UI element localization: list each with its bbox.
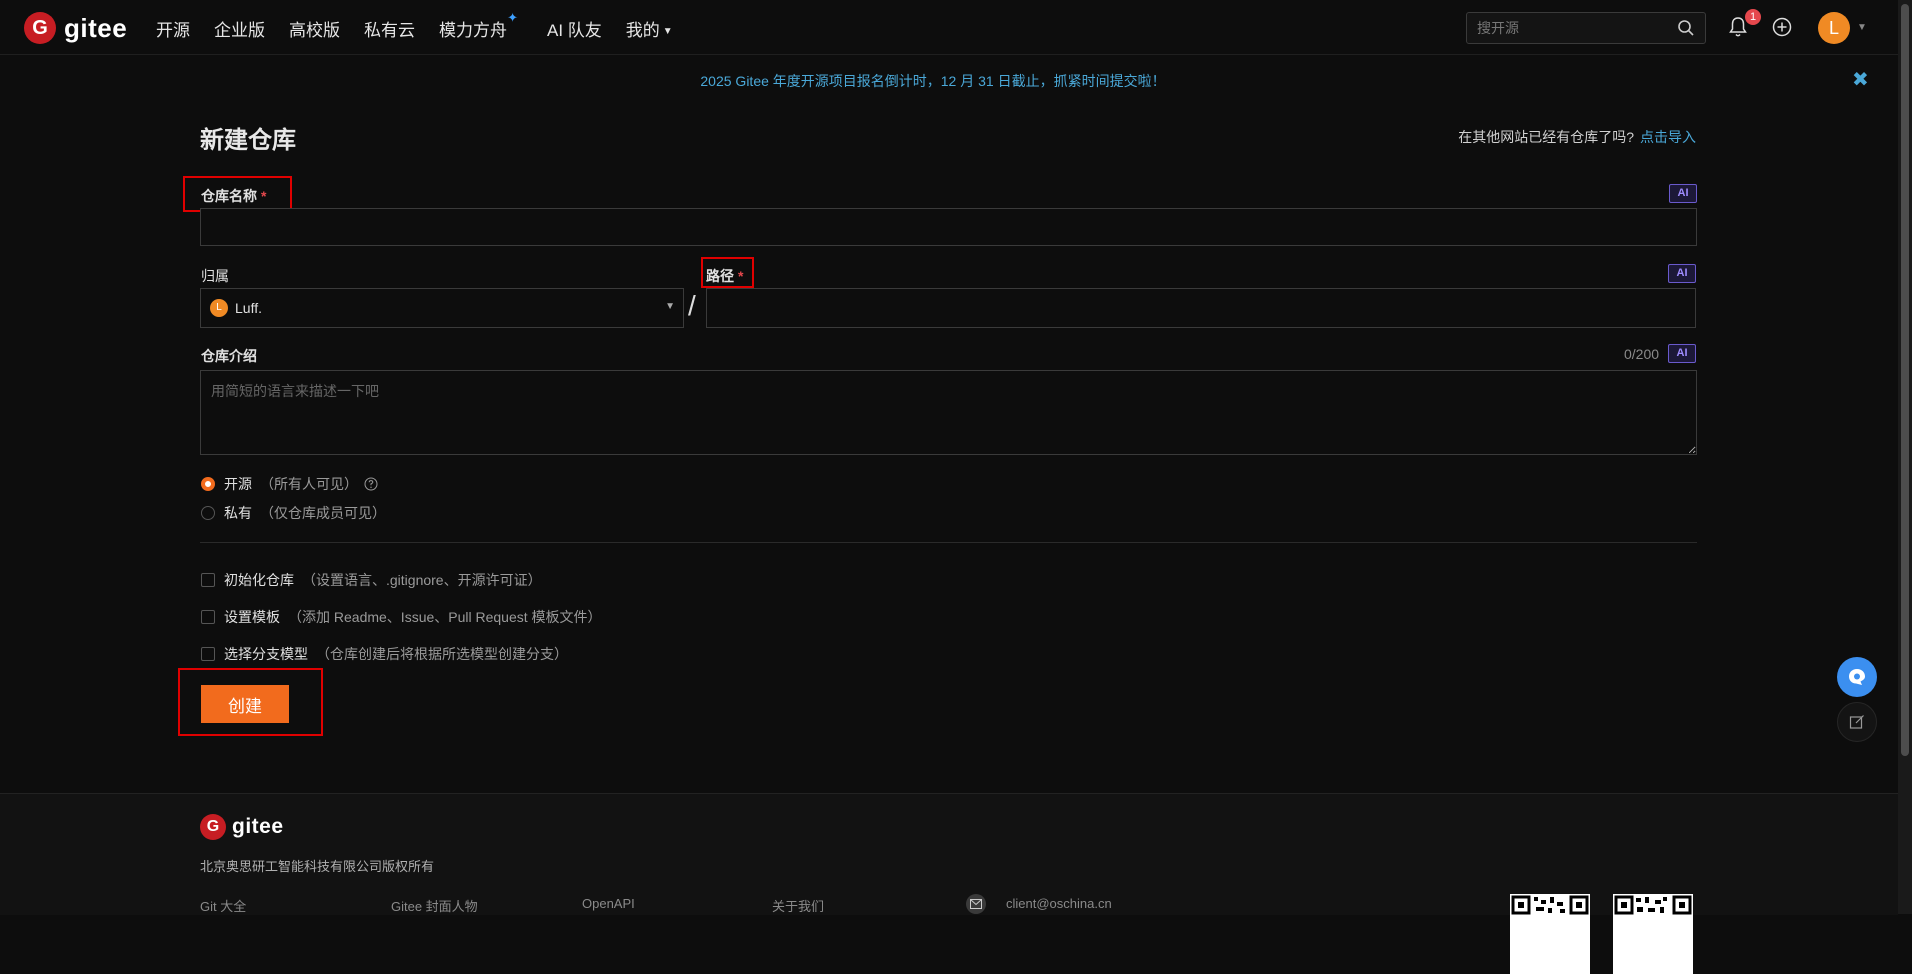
- option-hint: （仅仓库成员可见）: [260, 505, 386, 521]
- search-box: [1466, 12, 1706, 44]
- import-link[interactable]: 点击导入: [1640, 129, 1696, 145]
- option-branch-model[interactable]: 选择分支模型 （仓库创建后将根据所选模型创建分支）: [201, 644, 568, 664]
- nav-item-mine[interactable]: 我的 ▼: [626, 16, 673, 41]
- nav-links: 开源 企业版 高校版 私有云 模力方舟 ✦ AI 队友 我的 ▼: [156, 10, 697, 41]
- edit-icon: [1849, 715, 1864, 729]
- import-hint: 在其他网站已经有仓库了吗? 点击导入: [1458, 127, 1696, 147]
- nav-label: 企业版: [214, 21, 265, 40]
- description-textarea[interactable]: [200, 370, 1697, 455]
- gitee-logo-icon: G: [200, 814, 226, 840]
- chat-assistant-button[interactable]: [1837, 657, 1877, 697]
- question-circle-icon[interactable]: [364, 477, 378, 491]
- divider: [200, 542, 1697, 543]
- nav-label: 私有云: [364, 21, 415, 40]
- vertical-scrollbar[interactable]: [1898, 0, 1912, 914]
- nav-item-education[interactable]: 高校版: [289, 16, 340, 41]
- top-navbar: G gitee 开源 企业版 高校版 私有云 模力方舟✦ AI 队友 我的▼ 1…: [0, 0, 1898, 55]
- footer-link-about[interactable]: 关于我们: [772, 896, 824, 915]
- ai-badge-repo-name[interactable]: AI: [1669, 184, 1697, 203]
- nav-item-open-source[interactable]: 开源: [156, 16, 190, 41]
- logo-text: gitee: [64, 12, 128, 43]
- option-label: 私有: [224, 505, 252, 521]
- footer-link-openapi[interactable]: OpenAPI: [582, 896, 635, 911]
- copyright-text: 北京奥思研工智能科技有限公司版权所有: [200, 859, 435, 874]
- owner-label: 归属: [201, 268, 229, 284]
- user-avatar[interactable]: L: [1818, 12, 1850, 44]
- plus-circle-icon[interactable]: [1772, 17, 1792, 37]
- footer-logo[interactable]: G gitee: [200, 814, 284, 840]
- repo-name-input[interactable]: [200, 208, 1697, 246]
- qr-code-image: [1613, 894, 1693, 974]
- qr-code-image: [1510, 894, 1590, 974]
- owner-name: Luff.: [235, 300, 262, 316]
- radio-button[interactable]: [201, 506, 215, 520]
- nav-item-enterprise[interactable]: 企业版: [214, 16, 265, 41]
- gitee-logo[interactable]: G gitee: [24, 12, 127, 44]
- banner-text[interactable]: 2025 Gitee 年度开源项目报名倒计时，12 月 31 日截止，抓紧时间提…: [0, 71, 1866, 91]
- notification-badge: 1: [1745, 9, 1761, 25]
- option-label: 选择分支模型: [224, 646, 308, 662]
- visibility-option-public[interactable]: 开源 （所有人可见）: [201, 474, 378, 494]
- nav-item-ai-teammate[interactable]: AI 队友: [547, 16, 602, 41]
- option-template[interactable]: 设置模板 （添加 Readme、Issue、Pull Request 模板文件）: [201, 607, 602, 627]
- import-hint-text: 在其他网站已经有仓库了吗?: [1458, 129, 1634, 145]
- option-hint: （设置语言、.gitignore、开源许可证）: [302, 572, 542, 588]
- path-input[interactable]: [706, 288, 1696, 328]
- feedback-button[interactable]: [1837, 702, 1877, 742]
- nav-item-moli-ark[interactable]: 模力方舟 ✦: [439, 10, 518, 41]
- option-hint: （仓库创建后将根据所选模型创建分支）: [316, 646, 568, 662]
- footer-link-cover-people[interactable]: Gitee 封面人物: [391, 896, 478, 915]
- search-icon[interactable]: [1677, 19, 1695, 37]
- option-label: 开源: [224, 476, 252, 492]
- footer-link-git[interactable]: Git 大全: [200, 896, 246, 915]
- page-title: 新建仓库: [200, 127, 296, 154]
- checkbox[interactable]: [201, 610, 215, 624]
- footer: G gitee 北京奥思研工智能科技有限公司版权所有 Git 大全 Gitee …: [0, 793, 1898, 974]
- option-hint: （添加 Readme、Issue、Pull Request 模板文件）: [288, 609, 602, 625]
- ai-badge-path[interactable]: AI: [1668, 264, 1696, 283]
- chevron-down-icon[interactable]: ▼: [1857, 22, 1867, 33]
- chat-bubble-icon: [1849, 669, 1865, 685]
- description-char-count: 0/200: [1624, 346, 1660, 362]
- option-label: 设置模板: [224, 609, 280, 625]
- nav-label: 我的: [625, 21, 660, 40]
- mail-icon: [966, 894, 986, 914]
- checkbox[interactable]: [201, 573, 215, 587]
- option-init-repo[interactable]: 初始化仓库 （设置语言、.gitignore、开源许可证）: [201, 570, 542, 590]
- path-separator: /: [688, 290, 696, 321]
- sparkle-icon: ✦: [507, 10, 518, 25]
- checkbox[interactable]: [201, 647, 215, 661]
- nav-label: AI 队友: [547, 21, 602, 40]
- description-label: 仓库介绍: [201, 348, 257, 364]
- search-input[interactable]: [1467, 13, 1679, 43]
- option-label: 初始化仓库: [224, 572, 294, 588]
- close-icon[interactable]: ✖: [1852, 67, 1869, 92]
- radio-button-checked[interactable]: [201, 477, 215, 491]
- contact-email[interactable]: client@oschina.cn: [1006, 896, 1112, 911]
- nav-label: 开源: [156, 21, 190, 40]
- gitee-logo-icon: G: [24, 12, 56, 44]
- nav-label: 高校版: [289, 21, 340, 40]
- chevron-down-icon: ▼: [662, 26, 673, 37]
- announcement-banner: 2025 Gitee 年度开源项目报名倒计时，12 月 31 日截止，抓紧时间提…: [0, 55, 1898, 105]
- highlight-box-repo-name: [183, 176, 292, 212]
- visibility-option-private[interactable]: 私有 （仅仓库成员可见）: [201, 503, 386, 523]
- highlight-box-path: [701, 257, 754, 288]
- footer-logo-text: gitee: [232, 815, 284, 838]
- scrollbar-thumb[interactable]: [1901, 4, 1909, 756]
- nav-item-private-cloud[interactable]: 私有云: [364, 16, 415, 41]
- nav-label: 模力方舟: [439, 21, 507, 40]
- ai-badge-description[interactable]: AI: [1668, 344, 1696, 363]
- owner-avatar: L: [210, 299, 228, 317]
- owner-select[interactable]: L Luff. ▼: [200, 288, 684, 328]
- chevron-down-icon: ▼: [665, 301, 675, 312]
- option-hint: （所有人可见）: [260, 476, 358, 492]
- highlight-box-create: [178, 668, 323, 736]
